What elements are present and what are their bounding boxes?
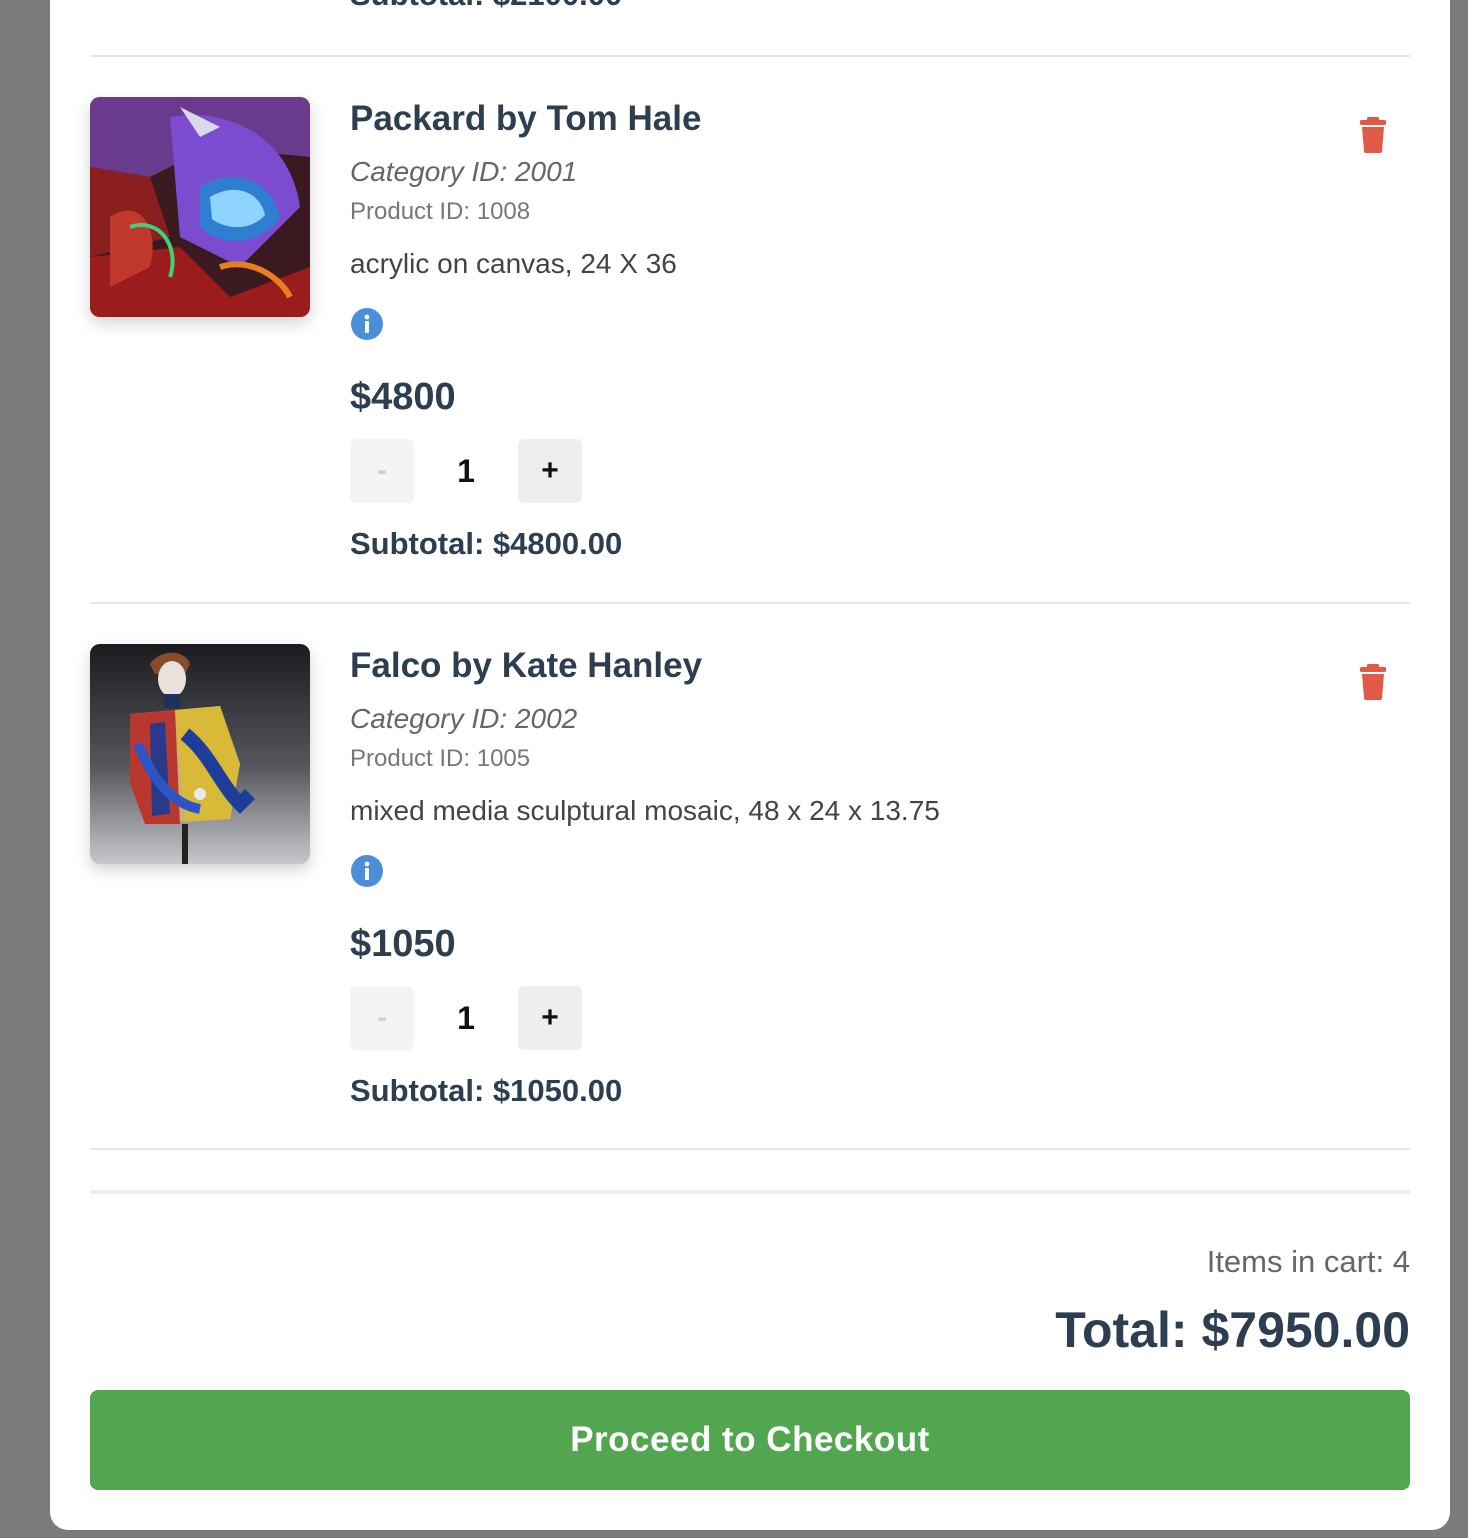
trash-icon[interactable] xyxy=(1358,664,1388,700)
cart-item: Falco by Kate Hanley Category ID: 2002 P… xyxy=(90,644,1410,1184)
item-price: $4800 xyxy=(350,376,456,418)
trash-icon[interactable] xyxy=(1358,117,1388,153)
proceed-to-checkout-button[interactable]: Proceed to Checkout xyxy=(90,1390,1410,1490)
decrement-button[interactable]: - xyxy=(350,439,414,503)
increment-button[interactable]: + xyxy=(518,986,582,1050)
item-divider xyxy=(90,55,1410,57)
item-category: Category ID: 2002 xyxy=(350,703,578,734)
item-product-id: Product ID: 1008 xyxy=(350,198,531,225)
item-title[interactable]: Packard by Tom Hale xyxy=(350,97,1310,141)
item-details: Falco by Kate Hanley Category ID: 2002 P… xyxy=(350,644,1310,1110)
info-icon[interactable] xyxy=(350,854,384,888)
cart-total: Total: $7950.00 xyxy=(1055,1302,1410,1358)
item-description: acrylic on canvas, 24 X 36 xyxy=(350,248,677,279)
product-image[interactable] xyxy=(90,97,310,317)
item-title[interactable]: Falco by Kate Hanley xyxy=(350,644,1310,688)
items-in-cart-count: Items in cart: 4 xyxy=(1206,1244,1410,1279)
quantity-value: 1 xyxy=(457,452,475,489)
item-subtotal: Subtotal: $4800.00 xyxy=(350,526,623,561)
item-details: Packard by Tom Hale Category ID: 2001 Pr… xyxy=(350,97,1310,563)
cart-modal: Subtotal: $2100.00 Packard by Tom Hale C… xyxy=(50,0,1450,1530)
item-subtotal: Subtotal: $1050.00 xyxy=(350,1073,623,1108)
item-product-id: Product ID: 1005 xyxy=(350,745,531,772)
quantity-stepper: - 1 + xyxy=(350,439,1310,503)
item-price: $1050 xyxy=(350,923,456,965)
item-category: Category ID: 2001 xyxy=(350,156,578,187)
item-divider xyxy=(90,602,1410,604)
item-description: mixed media sculptural mosaic, 48 x 24 x… xyxy=(350,795,940,826)
decrement-button[interactable]: - xyxy=(350,986,414,1050)
product-image[interactable] xyxy=(90,644,310,864)
previous-item-subtotal: Subtotal: $2100.00 xyxy=(350,0,622,10)
footer-divider xyxy=(90,1190,1410,1194)
info-icon[interactable] xyxy=(350,307,384,341)
item-divider xyxy=(90,1148,1410,1150)
cart-item: Packard by Tom Hale Category ID: 2001 Pr… xyxy=(90,97,1410,637)
increment-button[interactable]: + xyxy=(518,439,582,503)
quantity-value: 1 xyxy=(457,999,475,1036)
quantity-stepper: - 1 + xyxy=(350,986,1310,1050)
